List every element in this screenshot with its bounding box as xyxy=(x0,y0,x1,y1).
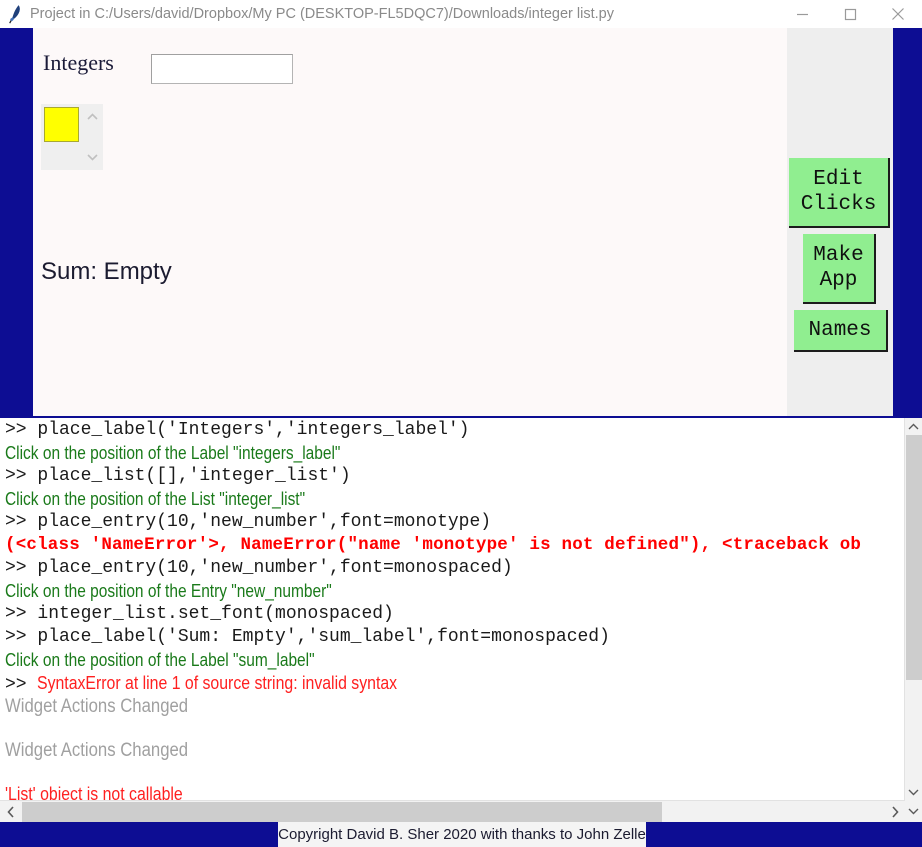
console-output[interactable]: >> place_label('Integers','integers_labe… xyxy=(0,418,922,800)
names-button[interactable]: Names xyxy=(794,310,888,352)
console-line: Widget Actions Changed xyxy=(5,740,189,761)
console-line: >> place_entry(10,'new_number',font=mono… xyxy=(5,558,513,578)
maximize-icon[interactable] xyxy=(826,0,874,28)
scroll-down-icon[interactable] xyxy=(905,783,922,800)
app-designer-frame: Integers Sum: Empty Edit Clicks Make App… xyxy=(0,28,922,418)
integer-list-scrollbar[interactable] xyxy=(82,104,103,170)
scroll-right-icon[interactable] xyxy=(884,801,905,822)
scrollbar-corner-icon[interactable] xyxy=(905,800,922,822)
console-line: >> place_entry(10,'new_number',font=mono… xyxy=(5,512,492,532)
console-line: 'List' object is not callable xyxy=(5,784,183,800)
window-title: Project in C:/Users/david/Dropbox/My PC … xyxy=(30,6,614,22)
integers-label: Integers xyxy=(43,50,114,75)
console-line: Click on the position of the List "integ… xyxy=(5,489,306,509)
console-line: >> place_list([],'integer_list') xyxy=(5,466,351,486)
console-line: >> place_label('Integers','integers_labe… xyxy=(5,420,470,440)
chevron-down-icon[interactable] xyxy=(82,149,103,165)
console-line: Widget Actions Changed xyxy=(5,696,189,717)
console-line: >> integer_list.set_font(monospaced) xyxy=(5,604,394,624)
list-item-selected[interactable] xyxy=(44,107,79,142)
console-line: >> SyntaxError at line 1 of source strin… xyxy=(5,673,398,695)
console-vertical-scrollbar[interactable] xyxy=(904,418,922,800)
console-line: (<class 'NameError'>, NameError("name 'm… xyxy=(5,535,862,555)
console-lines: >> place_label('Integers','integers_labe… xyxy=(5,419,905,800)
horizontal-scroll-thumb[interactable] xyxy=(22,802,662,822)
console-line: Click on the position of the Entry "new_… xyxy=(5,581,332,601)
vertical-scroll-thumb[interactable] xyxy=(906,435,922,680)
copyright-label: Copyright David B. Sher 2020 with thanks… xyxy=(278,822,646,847)
scroll-up-icon[interactable] xyxy=(905,418,922,435)
title-bar: Project in C:/Users/david/Dropbox/My PC … xyxy=(0,0,922,28)
integer-list-body[interactable] xyxy=(41,104,82,170)
design-canvas[interactable]: Integers Sum: Empty xyxy=(33,28,787,416)
window-controls xyxy=(778,0,922,28)
scroll-left-icon[interactable] xyxy=(0,801,21,822)
console-line: >> place_label('Sum: Empty','sum_label',… xyxy=(5,627,610,647)
console-horizontal-scrollbar[interactable] xyxy=(0,800,905,822)
sum-label: Sum: Empty xyxy=(41,258,172,285)
edit-clicks-button[interactable]: Edit Clicks xyxy=(789,158,890,228)
integer-list-widget[interactable] xyxy=(41,104,103,170)
python-feather-icon xyxy=(0,0,30,28)
chevron-up-icon[interactable] xyxy=(82,109,103,125)
close-icon[interactable] xyxy=(874,0,922,28)
new-number-entry[interactable] xyxy=(151,54,293,84)
console-line: Click on the position of the Label "inte… xyxy=(5,443,341,463)
minimize-icon[interactable] xyxy=(778,0,826,28)
console-line: Click on the position of the Label "sum_… xyxy=(5,650,315,670)
make-app-button[interactable]: Make App xyxy=(803,234,876,304)
